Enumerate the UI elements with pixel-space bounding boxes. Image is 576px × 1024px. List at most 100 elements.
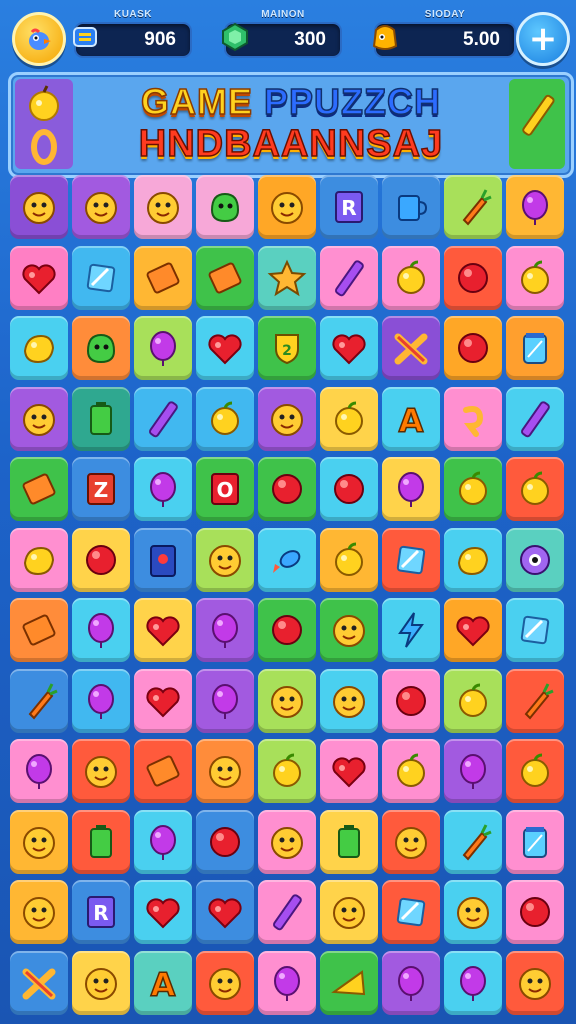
board-tile[interactable]: [382, 668, 440, 733]
board-tile[interactable]: [506, 386, 564, 451]
board-tile[interactable]: [72, 245, 130, 310]
board-tile[interactable]: [10, 175, 68, 239]
board-tile[interactable]: [320, 527, 378, 592]
board-tile[interactable]: [444, 316, 502, 380]
board-tile[interactable]: [444, 386, 502, 451]
board-tile[interactable]: [258, 809, 316, 874]
board-tile[interactable]: [72, 316, 130, 380]
board-tile[interactable]: [10, 245, 68, 310]
board-tile[interactable]: [10, 950, 68, 1015]
board-tile[interactable]: [10, 527, 68, 592]
add-currency-button[interactable]: +: [516, 12, 570, 66]
board-tile[interactable]: [382, 809, 440, 874]
board-tile[interactable]: A: [382, 386, 440, 451]
board-tile[interactable]: [382, 457, 440, 521]
board-tile[interactable]: [10, 386, 68, 451]
board-tile[interactable]: [258, 527, 316, 592]
board-tile[interactable]: [506, 527, 564, 592]
board-tile[interactable]: [382, 739, 440, 803]
board-tile[interactable]: [444, 245, 502, 310]
board-tile[interactable]: 2: [258, 316, 316, 380]
board-tile[interactable]: [196, 668, 254, 733]
board-tile[interactable]: [258, 175, 316, 239]
board-tile[interactable]: [10, 809, 68, 874]
board-tile[interactable]: [320, 950, 378, 1015]
board-tile[interactable]: [444, 950, 502, 1015]
board-tile[interactable]: [72, 527, 130, 592]
board-tile[interactable]: [10, 457, 68, 521]
board-tile[interactable]: [134, 668, 192, 733]
board-tile[interactable]: [196, 880, 254, 944]
board-tile[interactable]: [320, 386, 378, 451]
board-tile[interactable]: [196, 739, 254, 803]
board-tile[interactable]: [10, 739, 68, 803]
board-tile[interactable]: [444, 809, 502, 874]
board-tile[interactable]: [134, 527, 192, 592]
board-tile[interactable]: [382, 245, 440, 310]
board-tile[interactable]: [10, 316, 68, 380]
board-tile[interactable]: [506, 739, 564, 803]
board-tile[interactable]: [320, 316, 378, 380]
board-tile[interactable]: [72, 598, 130, 662]
board-tile[interactable]: [196, 386, 254, 451]
board-tile[interactable]: [196, 950, 254, 1015]
board-tile[interactable]: [72, 950, 130, 1015]
board-tile[interactable]: R: [72, 880, 130, 944]
board-tile[interactable]: [382, 598, 440, 662]
board-tile[interactable]: Z: [72, 457, 130, 521]
board-tile[interactable]: A: [134, 950, 192, 1015]
board-tile[interactable]: [258, 950, 316, 1015]
board-tile[interactable]: [258, 386, 316, 451]
board-tile[interactable]: [134, 739, 192, 803]
board-tile[interactable]: [258, 880, 316, 944]
board-tile[interactable]: [320, 739, 378, 803]
board-tile[interactable]: [444, 598, 502, 662]
board-tile[interactable]: [258, 457, 316, 521]
board-tile[interactable]: [382, 880, 440, 944]
board-tile[interactable]: [506, 880, 564, 944]
board-tile[interactable]: [382, 175, 440, 239]
board-tile[interactable]: [320, 809, 378, 874]
board-tile[interactable]: [10, 880, 68, 944]
board-tile[interactable]: [382, 316, 440, 380]
board-tile[interactable]: [134, 598, 192, 662]
board-tile[interactable]: [506, 950, 564, 1015]
board-tile[interactable]: [72, 175, 130, 239]
board-tile[interactable]: [134, 245, 192, 310]
board-tile[interactable]: [258, 598, 316, 662]
board-tile[interactable]: [444, 175, 502, 239]
board-tile[interactable]: [506, 316, 564, 380]
board-tile[interactable]: [196, 316, 254, 380]
board-tile[interactable]: [196, 809, 254, 874]
board-tile[interactable]: [382, 527, 440, 592]
board-tile[interactable]: [196, 527, 254, 592]
board-tile[interactable]: [258, 739, 316, 803]
board-tile[interactable]: O: [196, 457, 254, 521]
board-tile[interactable]: [506, 809, 564, 874]
board-tile[interactable]: [444, 527, 502, 592]
board-tile[interactable]: [134, 457, 192, 521]
board-tile[interactable]: [72, 809, 130, 874]
board-tile[interactable]: [320, 598, 378, 662]
board-tile[interactable]: [72, 386, 130, 451]
board-tile[interactable]: [72, 668, 130, 733]
board-tile[interactable]: [196, 175, 254, 239]
header-right-panel[interactable]: [509, 79, 565, 169]
board-tile[interactable]: [134, 316, 192, 380]
board-tile[interactable]: [10, 598, 68, 662]
board-tile[interactable]: [444, 739, 502, 803]
board-tile[interactable]: [320, 880, 378, 944]
board-tile[interactable]: [506, 668, 564, 733]
board-tile[interactable]: [320, 457, 378, 521]
board-tile[interactable]: [506, 457, 564, 521]
board-tile[interactable]: [444, 880, 502, 944]
board-tile[interactable]: [196, 245, 254, 310]
board-tile[interactable]: [320, 668, 378, 733]
board-tile[interactable]: [134, 880, 192, 944]
board-tile[interactable]: [134, 386, 192, 451]
profile-button[interactable]: [12, 12, 66, 66]
board-tile[interactable]: [320, 245, 378, 310]
board-tile[interactable]: [134, 809, 192, 874]
board-tile[interactable]: [72, 739, 130, 803]
board-tile[interactable]: [506, 598, 564, 662]
